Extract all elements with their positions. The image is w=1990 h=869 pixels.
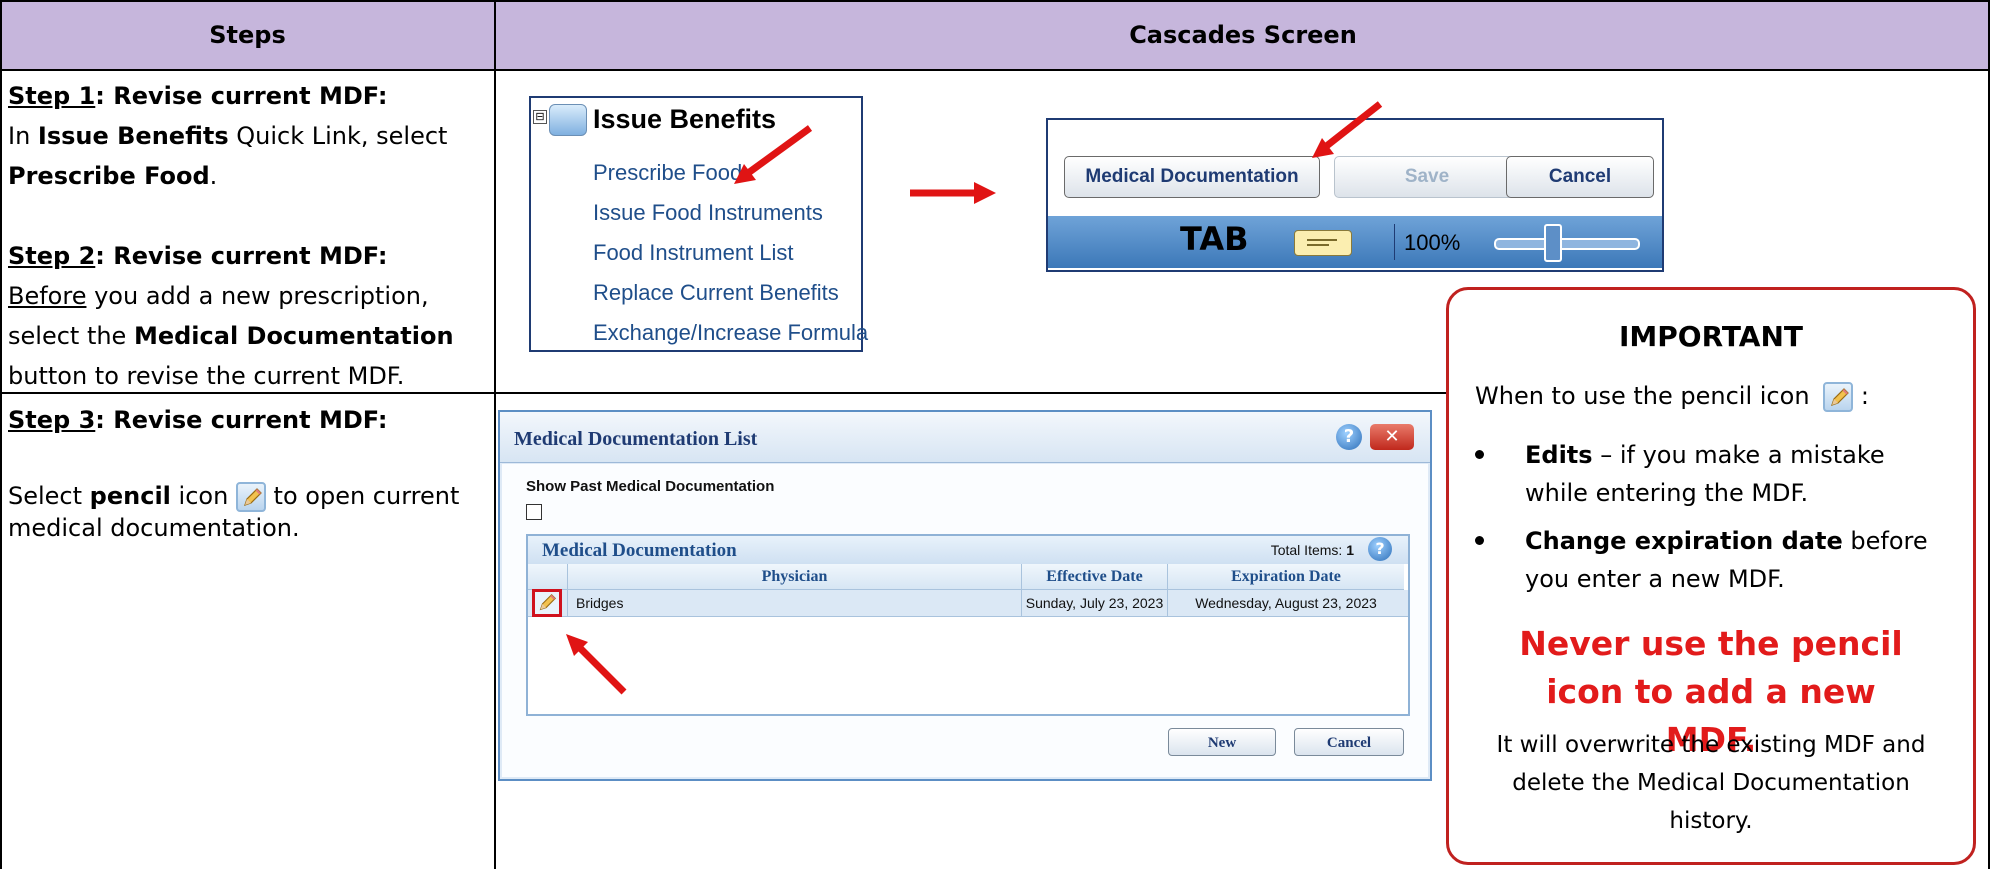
cancel-button[interactable]: Cancel [1506, 156, 1654, 198]
grid-header: Medical Documentation Total Items: 1 ? [528, 536, 1408, 564]
step-2-before: Before [8, 282, 87, 310]
step-1-text-mid: Quick Link, select [228, 122, 448, 150]
link-exchange-increase-formula[interactable]: Exchange/Increase Formula [593, 320, 868, 346]
step-1-quicklink: Issue Benefits [37, 122, 229, 150]
medical-documentation-list-dialog: Medical Documentation List ? ✕ Show Past… [498, 410, 1432, 781]
expiration-date-cell: Wednesday, August 23, 2023 [1195, 595, 1377, 611]
step-3-text-icon: icon [170, 482, 236, 510]
bullet-edits-bold: Edits [1525, 441, 1593, 469]
link-food-instrument-list[interactable]: Food Instrument List [593, 240, 794, 266]
step-1-title: : Revise current MDF: [95, 82, 388, 110]
column-edit [528, 564, 568, 590]
step-3-pencil-word: pencil [89, 482, 171, 510]
help-icon[interactable]: ? [1336, 424, 1362, 450]
grid-title: Medical Documentation [542, 540, 737, 561]
column-expiration-date[interactable]: Expiration Date [1168, 564, 1404, 590]
step-3-text-select: Select [8, 482, 90, 510]
step-2-title: : Revise current MDF: [95, 242, 388, 270]
cascades-screen-header: Cascades Screen [496, 1, 1990, 69]
dialog-title-bar: Medical Documentation List ? ✕ [500, 412, 1430, 463]
table-border-middle [494, 0, 496, 869]
when-colon: : [1860, 382, 1869, 410]
effective-date-cell: Sunday, July 23, 2023 [1022, 590, 1168, 616]
dialog-title: Medical Documentation List [514, 428, 758, 450]
step-1-label: Step 1 [8, 82, 96, 110]
comment-icon[interactable] [1294, 230, 1352, 256]
step-1-target: Prescribe Food [8, 162, 210, 190]
when-to-use-text: When to use the pencil icon : [1475, 382, 1869, 412]
table-border-top [0, 0, 1990, 2]
table-row[interactable]: Bridges Sunday, July 23, 2023 Wednesday,… [528, 589, 1408, 617]
arrow-to-edit-pencil [566, 634, 627, 695]
step-3-title: : Revise current MDF: [95, 406, 388, 434]
grid-help-icon[interactable]: ? [1368, 537, 1392, 561]
dialog-cancel-button[interactable]: Cancel [1294, 728, 1404, 756]
step-1-text-in: In [8, 122, 38, 150]
overwrite-warning: It will overwrite the existing MDF and d… [1496, 732, 1926, 834]
step-2-text-end: button to revise the current MDF. [8, 362, 405, 390]
step-2-text: Step 2: Revise current MDF: Before you a… [8, 236, 488, 396]
link-prescribe-food[interactable]: Prescribe Food [593, 160, 742, 186]
arrow-right-to-toolbar [910, 182, 996, 204]
medical-documentation-button[interactable]: Medical Documentation [1064, 156, 1320, 198]
when-to-use-label: When to use the pencil icon [1475, 382, 1810, 410]
important-callout: IMPORTANT When to use the pencil icon : … [1446, 287, 1976, 865]
status-bar: TAB 100% [1048, 216, 1662, 268]
collapse-expander-icon[interactable]: ⊟ [533, 110, 547, 124]
total-items-label: Total Items: [1270, 542, 1343, 558]
step-3-label: Step 3 [8, 406, 96, 434]
bullet-change-expiration-bold: Change expiration date [1525, 527, 1843, 555]
show-past-checkbox[interactable] [526, 504, 542, 520]
step-3-text: Step 3: Revise current MDF: Select penci… [8, 400, 488, 544]
status-divider [1394, 224, 1395, 260]
step-2-target: Medical Documentation [133, 322, 454, 350]
total-items-value: 1 [1346, 542, 1354, 558]
step-1-text-end: . [209, 162, 218, 190]
arrow-to-medical-documentation [1312, 101, 1383, 158]
show-past-label: Show Past Medical Documentation [526, 478, 775, 495]
column-effective-date[interactable]: Effective Date [1022, 564, 1168, 590]
total-items: Total Items: 1 [1271, 542, 1354, 558]
table-border-left [0, 0, 2, 869]
bullet-dot [1475, 536, 1484, 545]
folder-icon [549, 104, 587, 136]
dialog-body: Show Past Medical Documentation Medical … [502, 464, 1428, 777]
steps-header: Steps [1, 1, 494, 69]
edit-pencil-icon[interactable] [532, 589, 562, 617]
column-physician[interactable]: Physician [568, 564, 1022, 590]
close-icon[interactable]: ✕ [1370, 424, 1414, 450]
step-2-label: Step 2 [8, 242, 96, 270]
step-1-text: Step 1: Revise current MDF: In Issue Ben… [8, 76, 488, 196]
link-replace-current-benefits[interactable]: Replace Current Benefits [593, 280, 839, 306]
table-border-header-bottom [0, 69, 1990, 71]
bullet-edits: Edits – if you make a mistake while ente… [1475, 436, 1945, 512]
important-title: IMPORTANT [1618, 320, 1804, 353]
pencil-icon [235, 482, 266, 512]
zoom-slider-thumb[interactable] [1544, 224, 1562, 262]
bullet-dot [1475, 450, 1484, 459]
arrow-to-prescribe-food [734, 125, 813, 184]
edit-cell [528, 589, 568, 617]
new-button[interactable]: New [1168, 728, 1276, 756]
pencil-icon-important [1823, 382, 1854, 412]
medical-documentation-grid: Medical Documentation Total Items: 1 ? P… [526, 534, 1410, 716]
bullet-change-expiration: Change expiration date before you enter … [1475, 522, 1945, 598]
zoom-slider[interactable] [1494, 238, 1640, 250]
tab-label: TAB [1180, 220, 1249, 258]
zoom-level: 100% [1404, 230, 1461, 255]
physician-cell: Bridges [568, 590, 1022, 616]
link-issue-food-instruments[interactable]: Issue Food Instruments [593, 200, 823, 226]
